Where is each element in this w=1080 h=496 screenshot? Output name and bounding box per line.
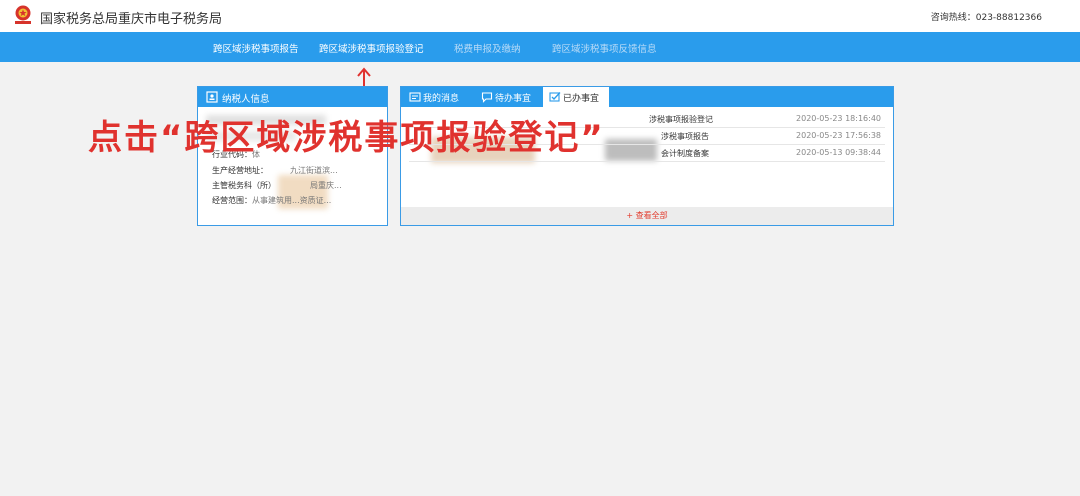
tab-completed-label: 已办事宜 [563,94,600,104]
view-all-link[interactable]: + 查看全部 [401,207,893,225]
info-row-tax-office: 主管税务科（所） 局重庆... [212,181,342,190]
message-title: 涉税事项报验登记 [649,115,713,124]
check-box-icon [549,92,561,102]
message-title: 涉税事项报告 [661,132,709,141]
info-row-business-scope: 经营范围：从事建筑用...资质证... [212,196,332,205]
message-time: 2020-05-23 17:56:38 [796,131,881,140]
nav-item-cross-region-registration[interactable]: 跨区域涉税事项报验登记 [319,41,424,55]
tab-my-messages[interactable]: 我的消息 [409,87,475,107]
main-nav: 跨区域涉税事项报告 跨区域涉税事项报验登记 税费申报及缴纳 跨区域涉税事项反馈信… [0,32,1080,62]
header: 国家税务总局重庆市电子税务局 咨询热线：023-88812366 [0,0,1080,32]
taxpayer-panel-title: 纳税人信息 [222,94,270,105]
hotline: 咨询热线：023-88812366 [930,13,1042,23]
message-time: 2020-05-13 09:38:44 [796,148,881,157]
nav-item-cross-region-report[interactable]: 跨区域涉税事项报告 [213,41,299,55]
tab-my-messages-label: 我的消息 [423,94,460,104]
messages-panel-header: 我的消息 待办事宜 已办事宜 [401,87,893,107]
info-row-address: 生产经营地址： 九江街道滨... [212,166,338,175]
nav-item-tax-declaration[interactable]: 税费申报及缴纳 [454,41,521,55]
tab-pending-label: 待办事宜 [495,94,532,104]
taxpayer-panel-header: 纳税人信息 [198,87,387,107]
tab-completed[interactable]: 已办事宜 [543,87,609,107]
chat-bubble-icon [481,92,493,103]
message-card-icon [409,92,421,102]
nav-item-cross-region-feedback[interactable]: 跨区域涉税事项反馈信息 [552,41,657,55]
instruction-annotation: 点击“跨区域涉税事项报验登记” [88,118,605,158]
message-title: 会计制度备案 [661,149,709,158]
id-card-icon [206,91,218,103]
message-time: 2020-05-23 18:16:40 [796,114,881,123]
tax-emblem-icon [15,5,31,24]
tab-pending[interactable]: 待办事宜 [479,87,541,107]
site-title: 国家税务总局重庆市电子税务局 [40,12,223,27]
